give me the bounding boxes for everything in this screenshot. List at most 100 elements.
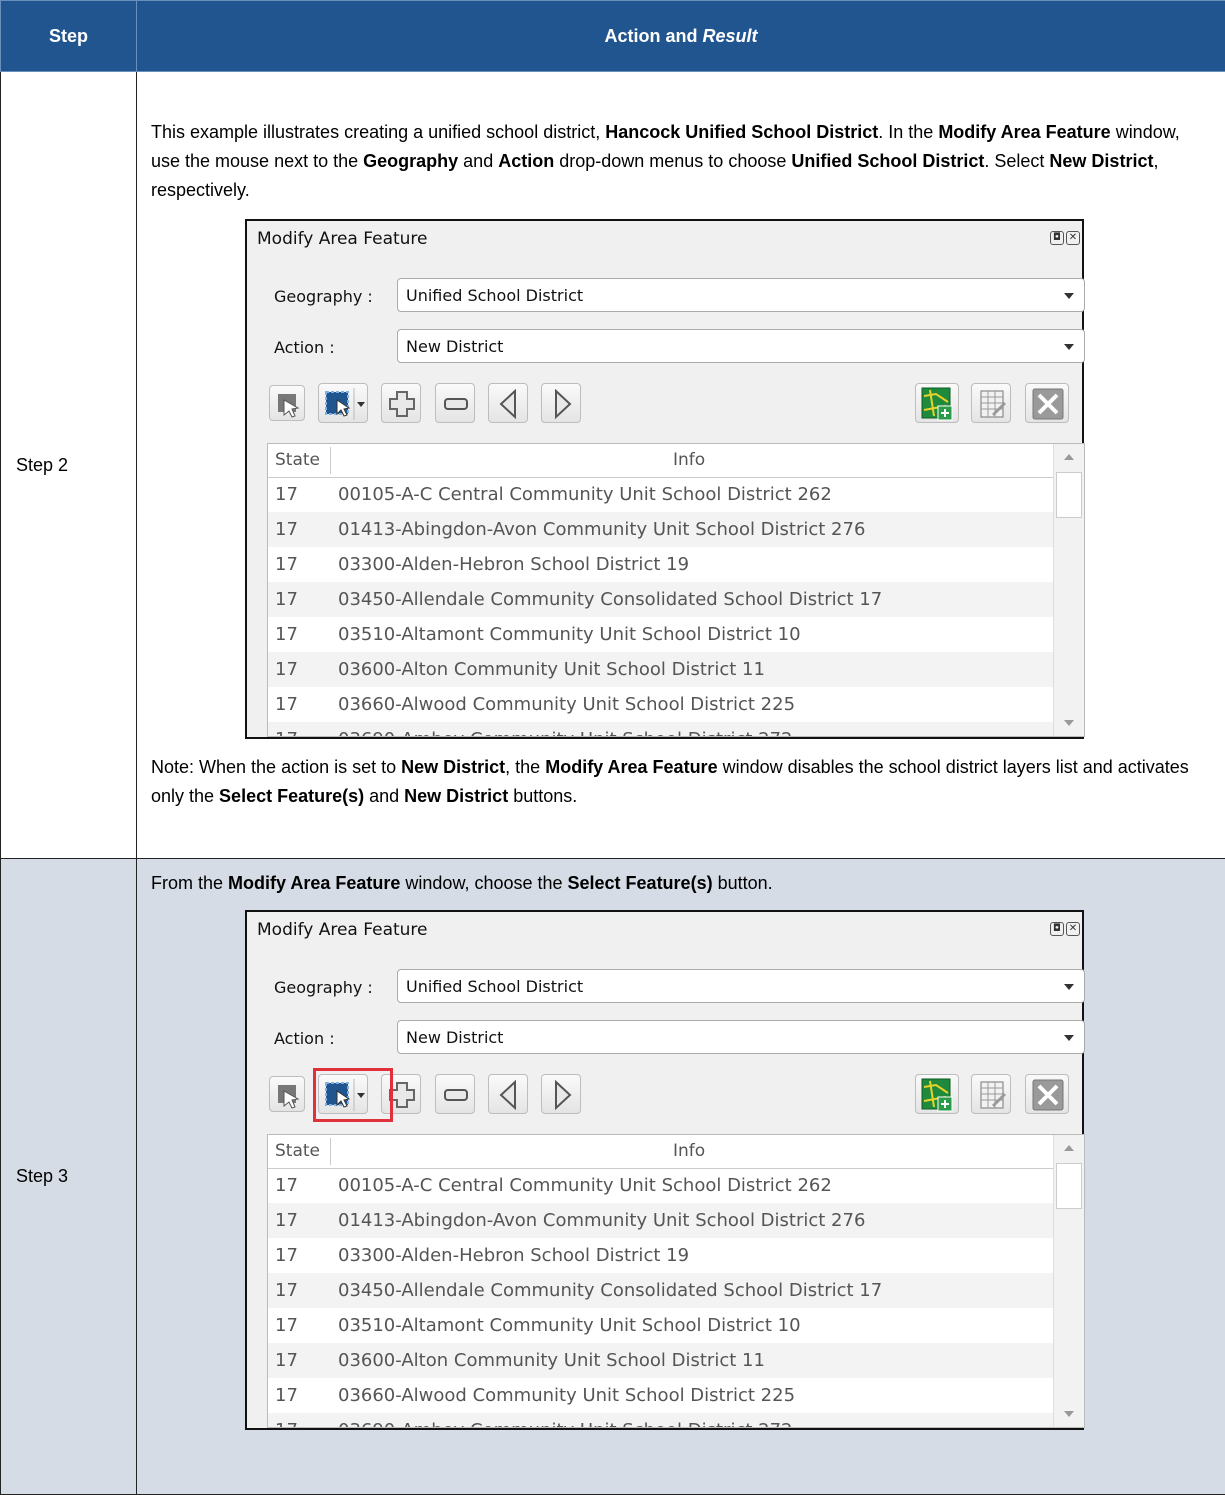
- window-title: Modify Area Feature: [257, 229, 428, 249]
- chevron-down-icon: [1064, 984, 1074, 990]
- instruction-text: From the Modify Area Feature window, cho…: [137, 859, 1225, 904]
- info-cell: 03690-Amboy Community Unit School Distri…: [338, 1420, 793, 1428]
- info-cell: 03690-Amboy Community Unit School Distri…: [338, 729, 793, 737]
- scroll-thumb[interactable]: [1056, 1163, 1082, 1209]
- action-cell: This example illustrates creating a unif…: [137, 72, 1225, 859]
- text-run: From the: [151, 873, 228, 893]
- action-dropdown[interactable]: New District: [397, 329, 1085, 363]
- new-district-button[interactable]: [915, 1074, 959, 1114]
- state-cell: 17: [275, 1385, 298, 1406]
- list-item[interactable]: 1700105-A-C Central Community Unit Schoo…: [268, 477, 1053, 512]
- state-column-header: State: [275, 450, 320, 470]
- clear-button[interactable]: [1025, 1074, 1069, 1114]
- bold-term: Modify Area Feature: [228, 873, 400, 893]
- identify-button[interactable]: [269, 1076, 305, 1112]
- geography-dropdown[interactable]: Unified School District: [397, 969, 1085, 1003]
- new-district-map-icon: [916, 1075, 960, 1115]
- attribute-table-button[interactable]: [971, 1074, 1011, 1114]
- list-item[interactable]: 1701413-Abingdon-Avon Community Unit Sch…: [268, 1203, 1053, 1238]
- info-cell: 03510-Altamont Community Unit School Dis…: [338, 624, 801, 645]
- previous-icon: [489, 1075, 529, 1115]
- float-window-icon[interactable]: ◘: [1050, 922, 1064, 936]
- text-run: button.: [713, 873, 773, 893]
- list-item[interactable]: 1703690-Amboy Community Unit School Dist…: [268, 1413, 1053, 1428]
- clear-button[interactable]: [1025, 383, 1069, 423]
- state-cell: 17: [275, 1315, 298, 1336]
- geography-dropdown[interactable]: Unified School District: [397, 278, 1085, 312]
- text-run: drop-down menus to choose: [554, 151, 791, 171]
- attribute-table-icon: [972, 384, 1012, 424]
- list-item[interactable]: 1703600-Alton Community Unit School Dist…: [268, 1343, 1053, 1378]
- text-run: and: [458, 151, 498, 171]
- info-column-header: Info: [673, 450, 705, 470]
- bold-term: Modify Area Feature: [545, 757, 717, 777]
- action-dropdown[interactable]: New District: [397, 1020, 1085, 1054]
- text-run: window, choose the: [400, 873, 567, 893]
- text-run: . Select: [984, 151, 1049, 171]
- list-item[interactable]: 1703300-Alden-Hebron School District 19: [268, 547, 1053, 582]
- scroll-thumb[interactable]: [1056, 472, 1082, 518]
- select-features-button[interactable]: [318, 383, 368, 423]
- bold-term: Select Feature(s): [568, 873, 713, 893]
- state-cell: 17: [275, 694, 298, 715]
- list-item[interactable]: 17 03510-Altamont Community Unit School D…: [268, 617, 1053, 652]
- previous-button[interactable]: [488, 1074, 528, 1114]
- state-cell: 17: [275, 484, 298, 505]
- state-cell: 17: [275, 729, 298, 737]
- bold-term: New District: [401, 757, 505, 777]
- new-district-map-icon: [916, 384, 960, 424]
- text-run: This example illustrates creating a unif…: [151, 122, 605, 142]
- state-cell: 17: [275, 624, 298, 645]
- close-window-icon[interactable]: ✕: [1066, 231, 1080, 245]
- bold-term: Unified School District: [791, 151, 984, 171]
- attribute-table-button[interactable]: [971, 383, 1011, 423]
- scroll-up-icon[interactable]: [1064, 454, 1074, 460]
- list-item[interactable]: 17 03690-Amboy Community Unit School Dist…: [268, 722, 1053, 737]
- step-label: Step 2: [1, 72, 137, 859]
- select-features-icon: [319, 384, 369, 424]
- list-item[interactable]: 1703450-Allendale Community Consolidated…: [268, 582, 1053, 617]
- identify-button[interactable]: [269, 385, 305, 421]
- list-item[interactable]: 1703660-Alwood Community Unit School Dis…: [268, 687, 1053, 722]
- scroll-down-icon[interactable]: [1064, 1411, 1074, 1417]
- step-row-3: Step 3 From the Modify Area Feature wind…: [1, 859, 1225, 1495]
- instruction-text: This example illustrates creating a unif…: [137, 108, 1225, 211]
- list-item[interactable]: 1703300-Alden-Hebron School District 19: [268, 1238, 1053, 1273]
- next-button[interactable]: [541, 1074, 581, 1114]
- action-value: New District: [406, 337, 503, 356]
- vertical-scrollbar[interactable]: [1053, 1135, 1084, 1427]
- action-cell: From the Modify Area Feature window, cho…: [137, 859, 1225, 1495]
- chevron-down-icon: [1064, 344, 1074, 350]
- add-button[interactable]: [381, 383, 421, 423]
- list-item[interactable]: 1701413-Abingdon-Avon Community Unit Sch…: [268, 512, 1053, 547]
- new-district-button[interactable]: [915, 383, 959, 423]
- remove-icon: [436, 1075, 476, 1115]
- scroll-up-icon[interactable]: [1064, 1145, 1074, 1151]
- list-item[interactable]: 1703600-Alton Community Unit School Dist…: [268, 652, 1053, 687]
- school-district-list[interactable]: State Info 1700105-A-C Central Community…: [267, 443, 1085, 737]
- scroll-down-icon[interactable]: [1064, 720, 1074, 726]
- list-item[interactable]: 1703450-Allendale Community Consolidated…: [268, 1273, 1053, 1308]
- next-button[interactable]: [541, 383, 581, 423]
- info-cell: 01413-Abingdon-Avon Community Unit Schoo…: [338, 519, 865, 540]
- action-label: Action :: [274, 338, 335, 357]
- geography-value: Unified School District: [406, 977, 583, 996]
- state-cell: 17: [275, 589, 298, 610]
- remove-button[interactable]: [435, 1074, 475, 1114]
- geography-label: Geography :: [274, 287, 373, 306]
- list-item[interactable]: 1703660-Alwood Community Unit School Dis…: [268, 1378, 1053, 1413]
- action-column-header: Action and Result: [137, 1, 1225, 72]
- list-header: State Info: [268, 1135, 1053, 1169]
- float-window-icon[interactable]: ◘: [1050, 231, 1064, 245]
- remove-button[interactable]: [435, 383, 475, 423]
- vertical-scrollbar[interactable]: [1053, 444, 1084, 736]
- action-header-text: Action and: [604, 26, 702, 46]
- list-item[interactable]: 1700105-A-C Central Community Unit Schoo…: [268, 1168, 1053, 1203]
- previous-button[interactable]: [488, 383, 528, 423]
- text-run: Note: When the action is set to: [151, 757, 401, 777]
- close-window-icon[interactable]: ✕: [1066, 922, 1080, 936]
- state-cell: 17: [275, 659, 298, 680]
- list-item[interactable]: 1703510-Altamont Community Unit School D…: [268, 1308, 1053, 1343]
- bold-term: Hancock Unified School District: [605, 122, 878, 142]
- school-district-list[interactable]: State Info 1700105-A-C Central Community…: [267, 1134, 1085, 1428]
